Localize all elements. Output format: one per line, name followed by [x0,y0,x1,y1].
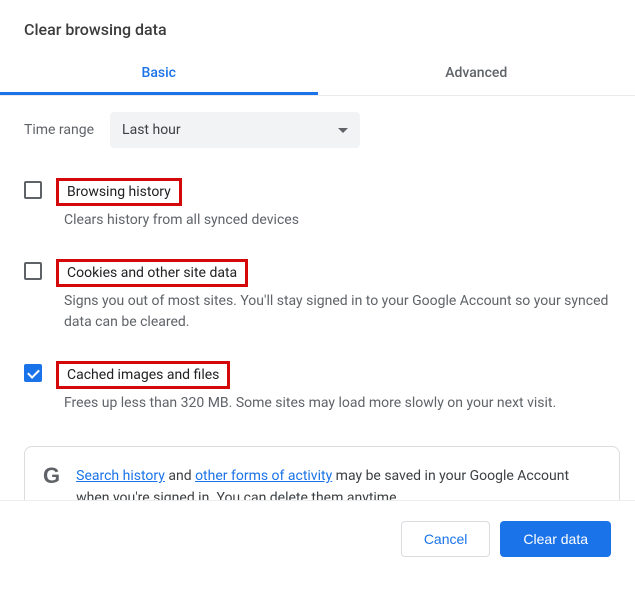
tab-bar: Basic Advanced [0,51,635,96]
google-icon: G [43,465,60,487]
option-cookies: Cookies and other site data Signs you ou… [24,249,620,351]
dialog-title: Clear browsing data [24,20,611,39]
google-account-notice: G Search history and other forms of acti… [24,446,620,501]
tab-basic[interactable]: Basic [0,51,318,95]
cancel-button[interactable]: Cancel [401,521,491,557]
option-title-history: Browsing history [56,178,182,206]
option-desc-cache: Frees up less than 320 MB. Some sites ma… [64,393,620,414]
checkbox-cache[interactable] [24,364,42,382]
time-range-label: Time range [24,122,94,138]
tab-advanced[interactable]: Advanced [318,51,635,95]
time-range-value: Last hour [122,122,181,138]
option-title-cookies: Cookies and other site data [56,259,248,287]
option-cache: Cached images and files Frees up less th… [24,351,620,432]
clear-data-button[interactable]: Clear data [500,521,611,557]
notice-text: Search history and other forms of activi… [76,465,601,501]
time-range-select[interactable]: Last hour [110,112,360,148]
option-browsing-history: Browsing history Clears history from all… [24,168,620,249]
checkbox-cookies[interactable] [24,262,42,280]
link-search-history[interactable]: Search history [76,468,165,484]
time-range-row: Time range Last hour [24,112,620,148]
tab-indicator [0,92,318,95]
dropdown-icon [338,128,348,133]
option-desc-cookies: Signs you out of most sites. You'll stay… [64,291,620,333]
option-desc-history: Clears history from all synced devices [64,210,620,231]
option-title-cache: Cached images and files [56,361,230,389]
dialog-footer: Cancel Clear data [0,501,635,577]
dialog-body: Time range Last hour Browsing history Cl… [0,96,635,501]
link-other-activity[interactable]: other forms of activity [195,468,332,484]
checkbox-browsing-history[interactable] [24,181,42,199]
